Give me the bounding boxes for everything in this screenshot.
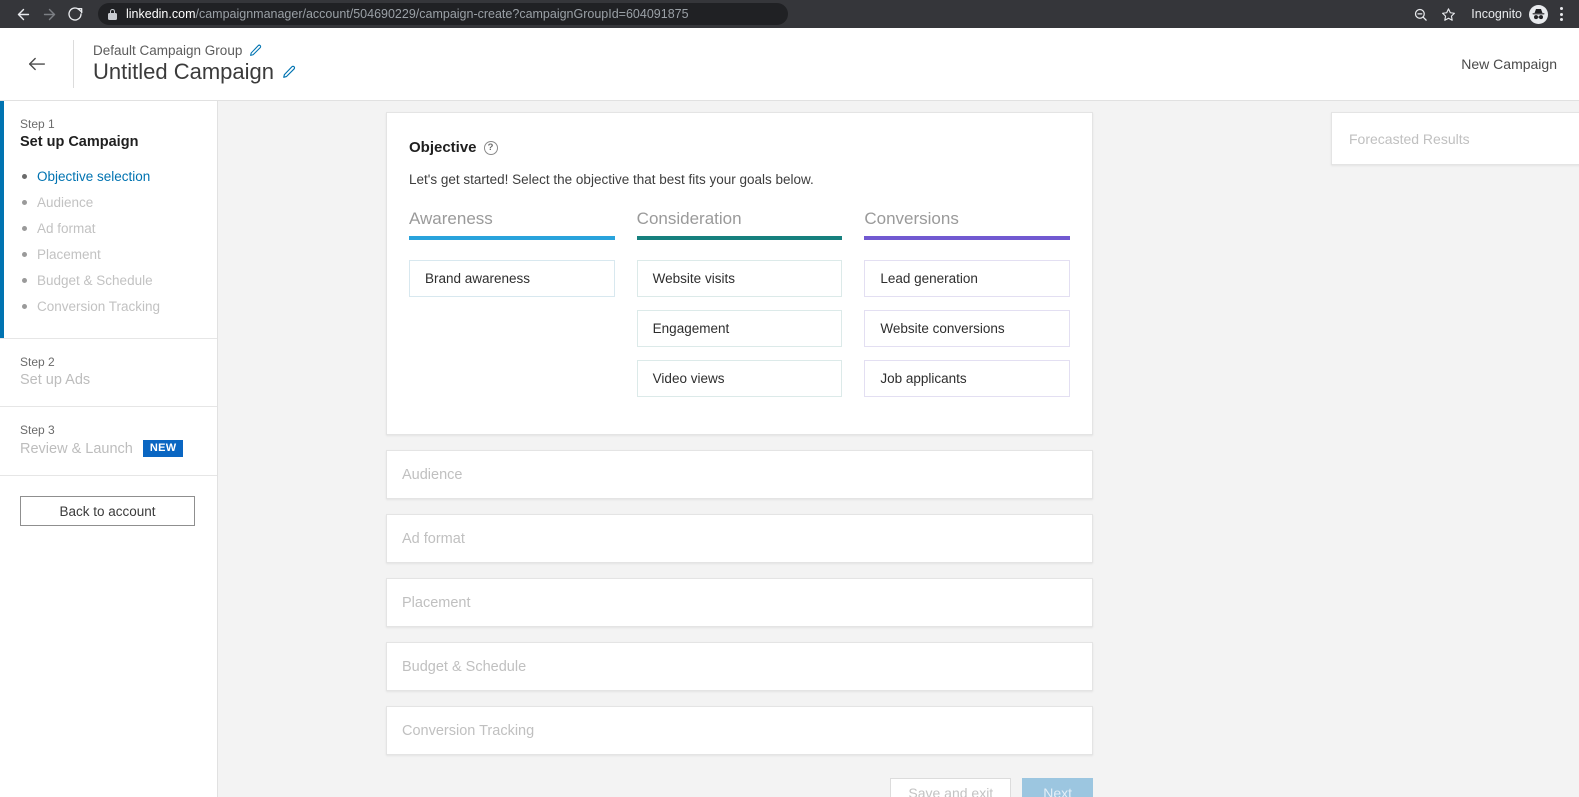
sidebar-item-ad-format[interactable]: Ad format xyxy=(20,216,197,242)
sidebar-item-label: Audience xyxy=(37,195,94,210)
campaign-group-name: Default Campaign Group xyxy=(93,43,243,58)
objective-column-consideration: Consideration Website visits Engagement … xyxy=(636,209,843,410)
browser-toolbar: linkedin.com/campaignmanager/account/504… xyxy=(0,0,1579,28)
sidebar-item-conversion-tracking[interactable]: Conversion Tracking xyxy=(20,294,197,320)
step-2-label: Step 2 xyxy=(20,355,55,369)
browser-toolbar-right: Incognito xyxy=(1406,0,1571,28)
column-rule-awareness xyxy=(409,236,615,240)
objective-option-video-views[interactable]: Video views xyxy=(636,360,843,397)
center-column: Objective ? Let's get started! Select th… xyxy=(386,112,1093,797)
header-titles: Default Campaign Group Untitled Campaign xyxy=(74,43,296,85)
column-header-awareness: Awareness xyxy=(409,209,493,228)
sidebar-item-label: Budget & Schedule xyxy=(37,273,153,288)
sidebar-step-1[interactable]: Step 1 Set up Campaign Objective selecti… xyxy=(0,101,217,339)
step-3-title-row: Review & Launch NEW xyxy=(20,440,197,457)
actions-row: Save and exit Next xyxy=(386,778,1093,797)
bullet-icon xyxy=(22,304,27,309)
objective-heading: Objective ? xyxy=(409,139,1070,156)
page-back-button[interactable] xyxy=(0,28,73,101)
section-audience[interactable]: Audience xyxy=(386,450,1093,499)
forecasted-results-panel[interactable]: Forecasted Results xyxy=(1331,112,1579,165)
zoom-out-icon[interactable] xyxy=(1406,0,1434,28)
bullet-icon xyxy=(22,226,27,231)
sidebar-item-budget-schedule[interactable]: Budget & Schedule xyxy=(20,268,197,294)
question-mark-icon[interactable]: ? xyxy=(483,140,498,155)
step-1-title: Set up Campaign xyxy=(20,134,139,150)
objective-option-lead-generation[interactable]: Lead generation xyxy=(864,260,1071,297)
sidebar-item-placement[interactable]: Placement xyxy=(20,242,197,268)
save-and-exit-button[interactable]: Save and exit xyxy=(890,778,1012,797)
incognito-hat-icon[interactable] xyxy=(1529,4,1548,24)
step-2-title: Set up Ads xyxy=(20,372,91,388)
objective-option-website-visits[interactable]: Website visits xyxy=(636,260,843,297)
page-body: Step 1 Set up Campaign Objective selecti… xyxy=(0,101,1579,797)
column-header-conversions: Conversions xyxy=(864,209,959,228)
objective-option-brand-awareness[interactable]: Brand awareness xyxy=(409,260,615,297)
objective-option-website-conversions[interactable]: Website conversions xyxy=(864,310,1071,347)
browser-reload-button[interactable] xyxy=(62,1,88,27)
bullet-icon xyxy=(22,200,27,205)
section-conversion-tracking[interactable]: Conversion Tracking xyxy=(386,706,1093,755)
section-budget-schedule[interactable]: Budget & Schedule xyxy=(386,642,1093,691)
column-rule-consideration xyxy=(636,236,843,240)
section-placement[interactable]: Placement xyxy=(386,578,1093,627)
bullet-icon xyxy=(22,252,27,257)
incognito-label: Incognito xyxy=(1471,7,1522,21)
page-title: Untitled Campaign xyxy=(93,59,274,84)
kebab-menu-icon[interactable] xyxy=(1551,0,1571,28)
bullet-icon xyxy=(22,278,27,283)
campaign-name-row: Untitled Campaign xyxy=(93,59,296,85)
step-1-label: Step 1 xyxy=(20,117,55,131)
next-button[interactable]: Next xyxy=(1022,778,1093,797)
section-ad-format[interactable]: Ad format xyxy=(386,514,1093,563)
browser-back-button[interactable] xyxy=(10,1,36,27)
pencil-icon[interactable] xyxy=(282,65,296,79)
sidebar-footer: Back to account xyxy=(0,476,217,546)
sidebar-step-2[interactable]: Step 2 Set up Ads xyxy=(0,339,217,407)
step-3-title: Review & Launch xyxy=(20,440,133,457)
sidebar-item-label: Conversion Tracking xyxy=(37,299,161,314)
column-header-consideration: Consideration xyxy=(636,209,742,228)
sidebar-item-label: Ad format xyxy=(37,221,96,236)
lock-icon xyxy=(108,8,117,20)
url-host: linkedin.com xyxy=(126,7,196,21)
main-content: Objective ? Let's get started! Select th… xyxy=(218,101,1579,797)
sidebar-item-label: Placement xyxy=(37,247,101,262)
pencil-icon[interactable] xyxy=(249,44,262,57)
url-path: /campaignmanager/account/504690229/campa… xyxy=(195,7,689,21)
sidebar-item-label: Objective selection xyxy=(37,169,151,184)
step-1-substeps: Objective selection Audience Ad format P… xyxy=(20,164,197,320)
browser-forward-button[interactable] xyxy=(36,1,62,27)
new-campaign-label: New Campaign xyxy=(1461,56,1557,72)
sidebar-item-audience[interactable]: Audience xyxy=(20,190,197,216)
objective-column-awareness: Awareness Brand awareness xyxy=(409,209,615,410)
sidebar: Step 1 Set up Campaign Objective selecti… xyxy=(0,101,218,797)
sidebar-step-3[interactable]: Step 3 Review & Launch NEW xyxy=(0,407,217,476)
status-badge: NEW xyxy=(142,440,184,457)
objective-option-job-applicants[interactable]: Job applicants xyxy=(864,360,1071,397)
address-bar[interactable]: linkedin.com/campaignmanager/account/504… xyxy=(98,3,788,25)
url-text: linkedin.com/campaignmanager/account/504… xyxy=(126,7,689,21)
objective-title: Objective xyxy=(409,139,477,156)
back-to-account-button[interactable]: Back to account xyxy=(20,496,195,526)
sidebar-item-objective-selection[interactable]: Objective selection xyxy=(20,164,197,190)
campaign-group-row: Default Campaign Group xyxy=(93,43,296,58)
app-header: Default Campaign Group Untitled Campaign… xyxy=(0,28,1579,101)
right-panel: Forecasted Results xyxy=(1331,112,1579,165)
objective-column-conversions: Conversions Lead generation Website conv… xyxy=(864,209,1071,410)
objective-subtitle: Let's get started! Select the objective … xyxy=(409,172,814,187)
objective-columns: Awareness Brand awareness Consideration … xyxy=(409,209,1071,410)
step-3-label: Step 3 xyxy=(20,423,55,437)
column-rule-conversions xyxy=(864,236,1071,240)
objective-option-engagement[interactable]: Engagement xyxy=(636,310,843,347)
star-icon[interactable] xyxy=(1434,0,1462,28)
bullet-icon xyxy=(22,174,27,179)
objective-card: Objective ? Let's get started! Select th… xyxy=(386,112,1093,435)
